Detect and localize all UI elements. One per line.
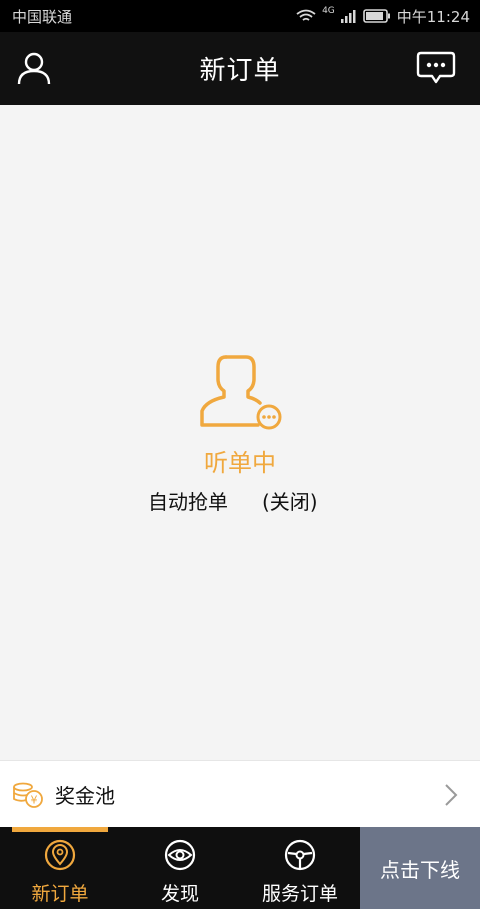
chat-bubble-icon[interactable] [416,50,456,86]
main-content: 听单中 自动抢单 (关闭) [0,105,480,760]
active-tab-indicator [12,827,108,832]
auto-grab-toggle[interactable]: 自动抢单 (关闭) [148,486,318,515]
location-pin-icon [44,839,76,871]
steering-wheel-icon [284,839,316,871]
wifi-icon [296,9,316,21]
signal-icon [340,10,356,23]
listening-user-icon [200,355,282,430]
tab-label: 新订单 [31,883,89,905]
prize-pool-label: 奖金池 [55,783,115,808]
go-offline-button[interactable]: 点击下线 [360,827,480,909]
tab-label: 服务订单 [261,883,338,905]
carrier-label: 中国联通 [12,7,73,26]
user-icon[interactable] [16,50,52,86]
battery-icon [362,9,390,23]
tab-new-orders[interactable]: 新订单 [0,827,120,909]
auto-grab-state: (关闭) [262,490,318,514]
svg-text:¥: ¥ [31,794,38,807]
tab-service-orders[interactable]: 服务订单 [240,827,360,909]
bottom-tab-bar: 新订单 发现 服务订单 点击下线 [0,827,480,909]
tab-discover[interactable]: 发现 [120,827,240,909]
auto-grab-label: 自动抢单 [148,490,228,514]
clock: 中午11:24 [396,7,470,26]
coin-stack-icon: ¥ [13,782,43,808]
tab-label: 发现 [160,883,199,905]
app-header: 新订单 [0,32,480,105]
status-indicators: 4G 中午11:24 [296,6,470,27]
chevron-right-icon [445,784,458,806]
prize-pool-row[interactable]: ¥ 奖金池 [0,760,480,827]
network-type: 4G [322,6,335,16]
eye-icon [164,839,196,871]
status-bar: 中国联通 4G 中午11:24 [0,0,480,32]
listen-status: 听单中 [204,449,276,477]
page-title: 新订单 [199,56,281,86]
